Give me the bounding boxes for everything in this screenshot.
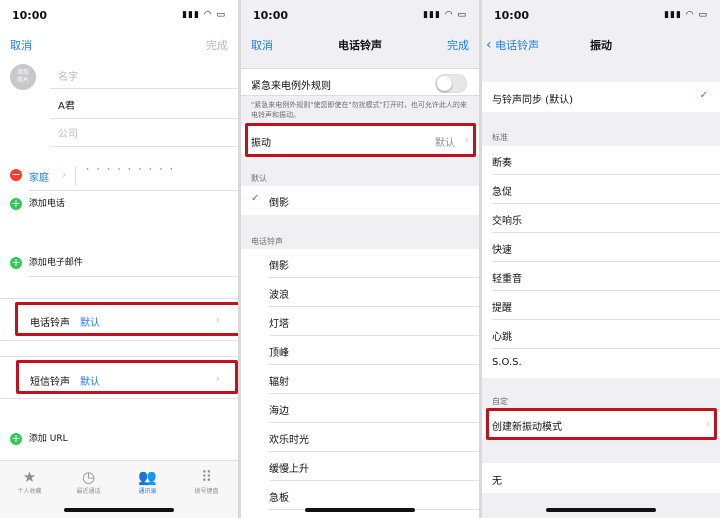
list-item[interactable]: 海边 bbox=[241, 394, 479, 423]
emergency-label: 紧急来电例外规则 bbox=[251, 81, 331, 92]
none-label: 无 bbox=[492, 476, 502, 487]
company-field[interactable]: 公司 bbox=[58, 125, 78, 140]
home-indicator bbox=[546, 508, 656, 512]
list-item[interactable]: 辐射 bbox=[241, 365, 479, 394]
checkmark-icon: ✓ bbox=[699, 90, 708, 101]
clock-icon: ◷ bbox=[81, 468, 96, 486]
list-item[interactable]: 急促 bbox=[482, 175, 720, 204]
ringtone-highlight bbox=[15, 302, 238, 336]
contacts-icon: 👥 bbox=[138, 468, 157, 486]
list-item[interactable]: 心跳 bbox=[482, 320, 720, 349]
emergency-note: "紧急来电例外规则"使您即使在"勿扰模式"打开时，也可允许此人的来电铃声和振动。 bbox=[251, 101, 467, 119]
add-url-row[interactable]: + 添加 URL bbox=[10, 431, 68, 445]
status-bar: 10:00 ▮▮▮ ◠ ▭ bbox=[241, 0, 479, 32]
status-bar: 10:00 ▮▮▮ ◠ ▭ bbox=[482, 0, 720, 32]
nav-bar: 取消 完成 bbox=[0, 32, 238, 56]
phone-label[interactable]: 家庭 bbox=[29, 169, 49, 184]
tab-favorites[interactable]: ★ 个人收藏 bbox=[0, 468, 59, 495]
list-item[interactable]: 顶峰 bbox=[241, 336, 479, 365]
list-item[interactable]: 提醒 bbox=[482, 291, 720, 320]
add-icon: + bbox=[10, 196, 22, 210]
tab-keypad[interactable]: ⠿ 拨号键盘 bbox=[177, 468, 236, 495]
list-item[interactable]: 欢乐时光 bbox=[241, 423, 479, 452]
first-name-field[interactable]: 名字 bbox=[58, 68, 78, 83]
chevron-right-icon: › bbox=[62, 168, 67, 181]
done-button[interactable]: 完成 bbox=[447, 37, 469, 53]
edit-contact-screen: 10:00 ▮▮▮ ◠ ▭ 取消 完成 添加 照片 名字 A君 公司 − 家庭 … bbox=[0, 0, 238, 518]
home-indicator bbox=[305, 508, 415, 512]
default-tone-label: 倒影 bbox=[269, 198, 289, 209]
list-item[interactable]: 倒影 bbox=[241, 249, 479, 278]
phone-row: − 家庭 › ˙ ˙ ˙ ˙ ˙ ˙ ˙ ˙ ˙ bbox=[0, 164, 238, 188]
none-row[interactable]: 无 bbox=[482, 463, 720, 493]
list-item[interactable]: 断奏 bbox=[482, 146, 720, 175]
tab-recents[interactable]: ◷ 最近通话 bbox=[59, 468, 118, 495]
add-icon: + bbox=[10, 255, 22, 269]
home-indicator bbox=[64, 508, 174, 512]
list-item[interactable]: 急板 bbox=[241, 481, 479, 510]
list-item[interactable]: 灯塔 bbox=[241, 307, 479, 336]
back-button[interactable]: ‹ 电话铃声 bbox=[486, 37, 539, 53]
custom-section-header: 自定 bbox=[492, 397, 508, 406]
standard-section-header: 标准 bbox=[492, 133, 508, 142]
phone-number-field[interactable]: ˙ ˙ ˙ ˙ ˙ ˙ ˙ ˙ ˙ bbox=[85, 168, 175, 179]
chevron-left-icon: ‹ bbox=[486, 37, 492, 53]
add-phone-row[interactable]: + 添加电话 bbox=[10, 196, 65, 210]
emergency-toggle[interactable] bbox=[435, 74, 467, 93]
vibration-screen: 10:00 ▮▮▮ ◠ ▭ 振动 ‹ 电话铃声 与铃声同步 (默认) ✓ 标准 … bbox=[482, 0, 720, 518]
status-icons: ▮▮▮ ◠ ▭ bbox=[423, 10, 467, 20]
list-item[interactable]: 缓慢上升 bbox=[241, 452, 479, 481]
sync-ringtone-label: 与铃声同步 (默认) bbox=[492, 95, 573, 106]
add-photo-button[interactable]: 添加 照片 bbox=[10, 64, 36, 90]
list-item[interactable]: 快速 bbox=[482, 233, 720, 262]
ringtones-section-header: 电话铃声 bbox=[251, 237, 283, 246]
status-icons: ▮▮▮ ◠ ▭ bbox=[182, 10, 226, 20]
default-section-header: 默认 bbox=[251, 174, 267, 183]
status-time: 10:00 bbox=[253, 9, 289, 22]
add-url-label: 添加 URL bbox=[28, 434, 68, 444]
nav-bar: 电话铃声 取消 完成 bbox=[241, 32, 479, 56]
add-email-label: 添加电子邮件 bbox=[28, 258, 83, 268]
vibration-highlight bbox=[245, 123, 476, 157]
list-item[interactable]: 交响乐 bbox=[482, 204, 720, 233]
last-name-field[interactable]: A君 bbox=[58, 97, 75, 112]
emergency-bypass-row: 紧急来电例外规则 bbox=[241, 68, 479, 96]
keypad-icon: ⠿ bbox=[201, 468, 212, 486]
remove-icon[interactable]: − bbox=[10, 169, 22, 181]
create-vibration-highlight bbox=[486, 408, 717, 440]
list-item[interactable]: 波浪 bbox=[241, 278, 479, 307]
add-icon: + bbox=[10, 431, 22, 445]
cancel-button[interactable]: 取消 bbox=[10, 37, 32, 53]
cancel-button[interactable]: 取消 bbox=[251, 37, 273, 53]
star-icon: ★ bbox=[22, 468, 37, 486]
done-button[interactable]: 完成 bbox=[206, 37, 228, 53]
status-bar: 10:00 ▮▮▮ ◠ ▭ bbox=[0, 0, 238, 32]
default-tone-row[interactable]: ✓ 倒影 bbox=[241, 186, 479, 215]
texttone-highlight bbox=[16, 360, 238, 394]
list-item[interactable]: 轻重音 bbox=[482, 262, 720, 291]
checkmark-icon: ✓ bbox=[251, 193, 260, 204]
list-item[interactable]: S.O.S. bbox=[482, 349, 720, 378]
sync-ringtone-row[interactable]: 与铃声同步 (默认) ✓ bbox=[482, 82, 720, 112]
add-email-row[interactable]: + 添加电子邮件 bbox=[10, 255, 83, 269]
status-time: 10:00 bbox=[12, 9, 48, 22]
tab-contacts[interactable]: 👥 通讯录 bbox=[118, 468, 177, 495]
nav-bar: 振动 ‹ 电话铃声 bbox=[482, 32, 720, 56]
ringtone-screen: 10:00 ▮▮▮ ◠ ▭ 电话铃声 取消 完成 紧急来电例外规则 "紧急来电例… bbox=[241, 0, 479, 518]
nav-title: 电话铃声 bbox=[338, 39, 382, 52]
add-phone-label: 添加电话 bbox=[28, 199, 65, 209]
status-time: 10:00 bbox=[494, 9, 530, 22]
status-icons: ▮▮▮ ◠ ▭ bbox=[664, 10, 708, 20]
